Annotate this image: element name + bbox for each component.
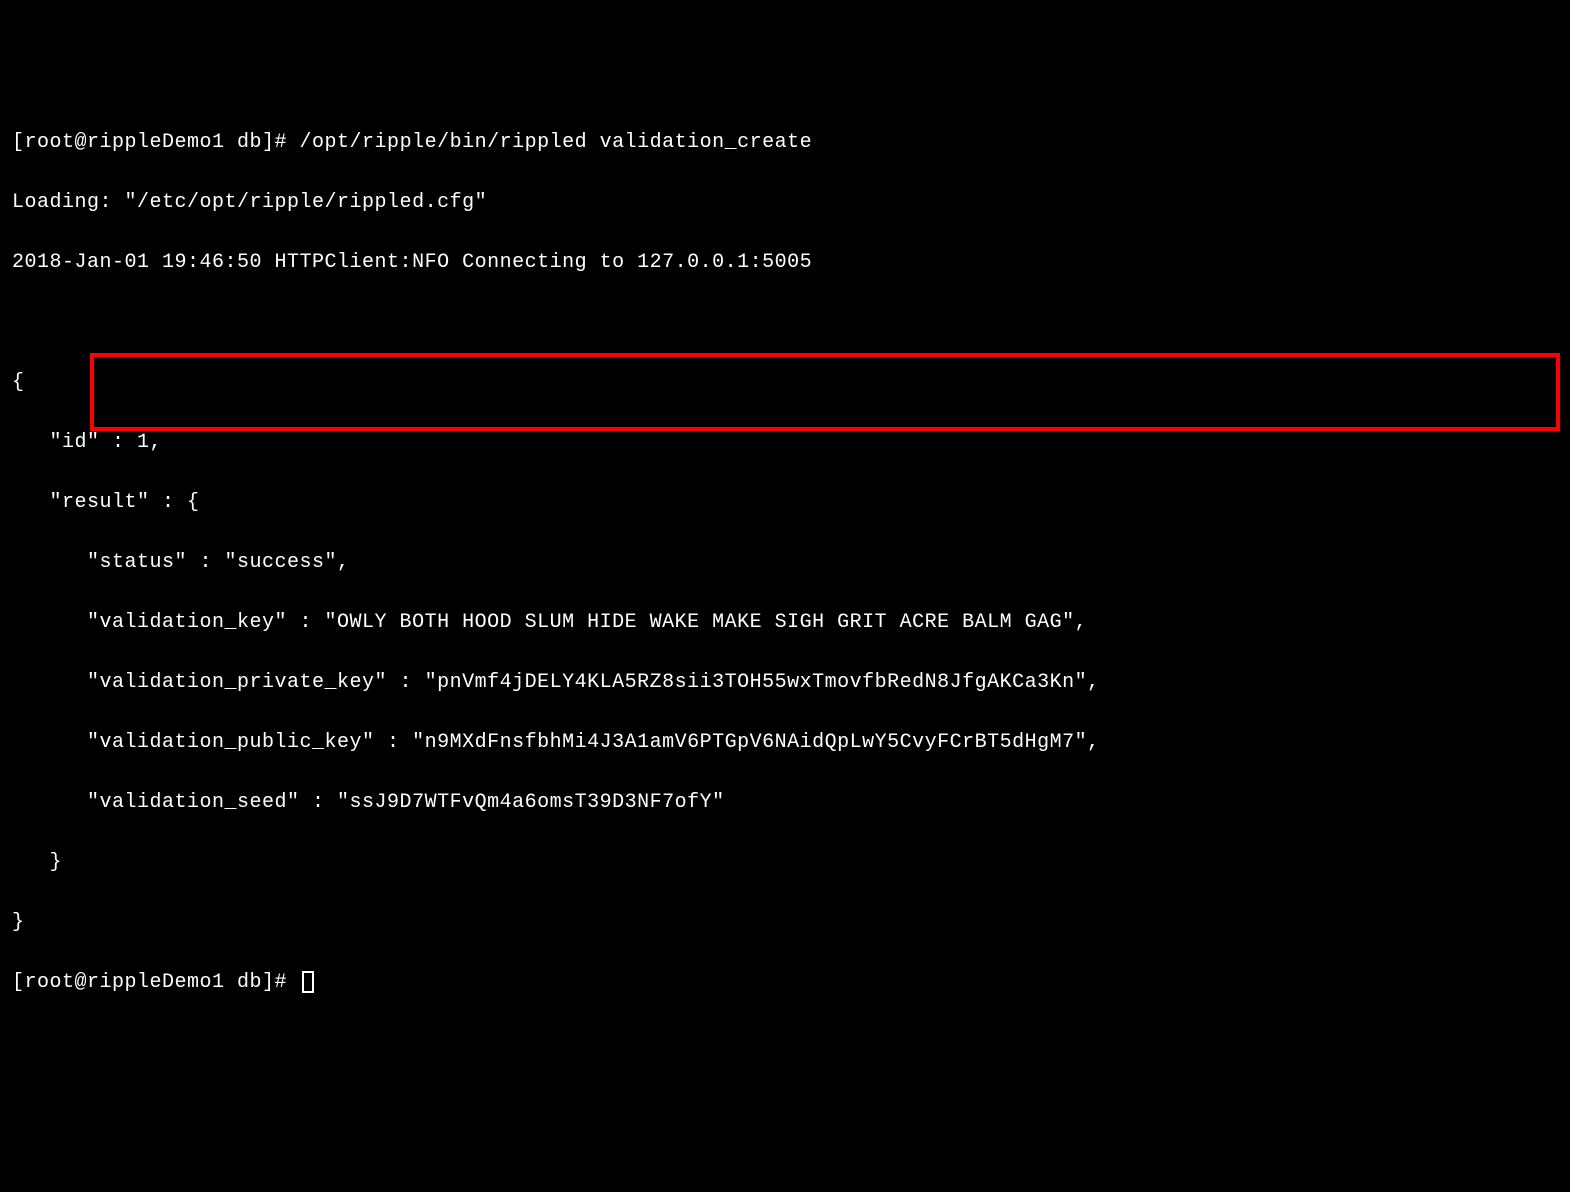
json-output: "id" : 1, [12, 428, 1558, 458]
terminal-line: [root@rippleDemo1 db]# /opt/ripple/bin/r… [12, 128, 1558, 158]
cursor-icon [302, 971, 314, 993]
terminal-output: 2018-Jan-01 19:46:50 HTTPClient:NFO Conn… [12, 248, 1558, 278]
json-output: "validation_private_key" : "pnVmf4jDELY4… [12, 668, 1558, 698]
command-text: /opt/ripple/bin/rippled validation_creat… [300, 131, 813, 154]
json-output: "validation_key" : "OWLY BOTH HOOD SLUM … [12, 608, 1558, 638]
shell-prompt: [root@rippleDemo1 db]# [12, 971, 300, 994]
json-output: "status" : "success", [12, 548, 1558, 578]
json-output-highlighted: "validation_public_key" : "n9MXdFnsfbhMi… [12, 728, 1558, 758]
blank-line [12, 308, 1558, 338]
terminal-line[interactable]: [root@rippleDemo1 db]# [12, 968, 1558, 998]
shell-prompt: [root@rippleDemo1 db]# [12, 131, 300, 154]
json-output: { [12, 368, 1558, 398]
json-output: "result" : { [12, 488, 1558, 518]
terminal-output: Loading: "/etc/opt/ripple/rippled.cfg" [12, 188, 1558, 218]
json-output-highlighted: "validation_seed" : "ssJ9D7WTFvQm4a6omsT… [12, 788, 1558, 818]
json-output: } [12, 908, 1558, 938]
json-output: } [12, 848, 1558, 878]
